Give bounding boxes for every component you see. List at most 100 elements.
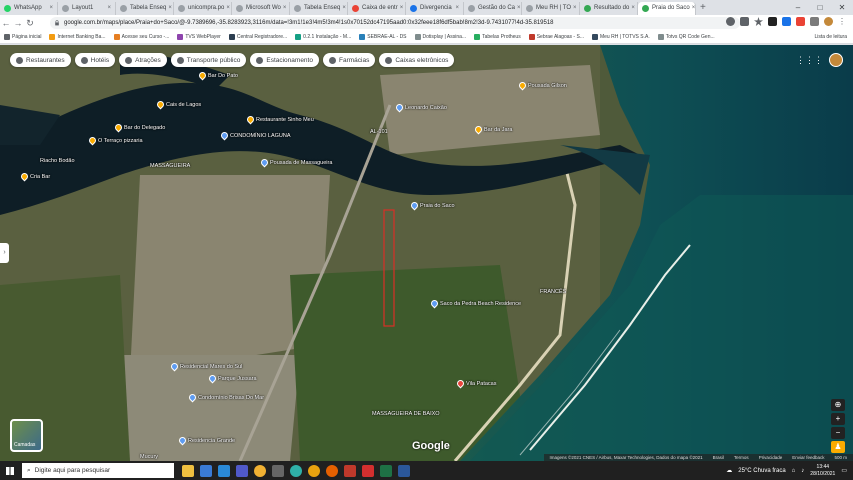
vscode-icon[interactable] xyxy=(218,464,230,477)
bookmark-item[interactable]: SEBRAE-AL - DS xyxy=(359,34,407,40)
chrome-icon[interactable] xyxy=(254,464,266,477)
bookmark-item[interactable]: Central Registradore... xyxy=(228,34,287,40)
map-place-label[interactable]: Bar do Delegado xyxy=(124,125,165,131)
extension-icon-2[interactable] xyxy=(782,17,791,26)
browser-tab[interactable]: Meu RH | TO × xyxy=(522,1,580,15)
firefox-icon[interactable] xyxy=(326,464,338,477)
tab-close-icon[interactable]: × xyxy=(453,5,459,11)
app-icon[interactable] xyxy=(272,464,284,477)
map-footer-item[interactable]: Termos xyxy=(734,455,749,460)
map-place-label[interactable]: AL-101 xyxy=(370,129,388,135)
forward-icon[interactable]: → xyxy=(12,18,24,28)
map-place-label[interactable]: Pousada de Massagueira xyxy=(270,160,332,166)
store-icon[interactable] xyxy=(200,464,212,477)
tab-close-icon[interactable]: × xyxy=(690,5,695,11)
map-place-label[interactable]: Residencia Grande xyxy=(188,438,235,444)
map-view[interactable]: Restaurantes Hotéis Atrações Transporte púb… xyxy=(0,45,853,461)
map-place-label[interactable]: Restaurante Sinho Meu xyxy=(256,117,314,123)
category-chip[interactable]: Restaurantes xyxy=(10,53,71,67)
map-footer-item[interactable]: Privacidade xyxy=(759,455,783,460)
excel-icon[interactable] xyxy=(380,464,392,477)
zoom-out-button[interactable]: − xyxy=(831,427,845,439)
account-avatar[interactable] xyxy=(829,53,843,67)
volume-icon[interactable]: ♪ xyxy=(801,468,804,474)
tab-close-icon[interactable]: × xyxy=(340,5,346,11)
map-place-label[interactable]: Mucury xyxy=(140,454,158,460)
map-place-label[interactable]: Bar Do Pato xyxy=(208,73,238,79)
bookmark-item[interactable]: Internet Banking Ba... xyxy=(49,34,106,40)
close-window-icon[interactable]: ✕ xyxy=(831,0,853,15)
map-place-label[interactable]: Leonardo Caixão xyxy=(405,105,447,111)
bookmark-item[interactable]: Meu RH | TOTVS S.A. xyxy=(591,34,650,40)
app-icon-2[interactable] xyxy=(344,464,356,477)
category-chip[interactable]: Transporte público xyxy=(170,53,247,67)
bookmark-item[interactable]: Totvs QR Code Gen... xyxy=(657,34,715,40)
map-footer-item[interactable]: Brasil xyxy=(713,455,724,460)
acrobat-icon[interactable] xyxy=(362,464,374,477)
back-icon[interactable]: ← xyxy=(0,18,12,28)
browser-tab[interactable]: Layout1 × xyxy=(58,1,116,15)
bookmark-item[interactable]: Dotisplay | Assina... xyxy=(414,34,466,40)
edge-icon[interactable] xyxy=(290,464,302,477)
tab-close-icon[interactable]: × xyxy=(224,5,230,11)
tab-close-icon[interactable]: × xyxy=(281,5,287,11)
map-place-label[interactable]: Saco da Pedra Beach Residence xyxy=(440,301,521,307)
notifications-icon[interactable]: ▭ xyxy=(841,467,847,474)
compass-icon[interactable]: ⊕ xyxy=(831,399,845,411)
apps-grid-icon[interactable]: ⋮⋮⋮ xyxy=(796,55,823,66)
browser-tab[interactable]: Tabela Enseq × xyxy=(116,1,174,15)
tab-close-icon[interactable]: × xyxy=(47,5,53,11)
clock[interactable]: 13:44 28/10/2021 xyxy=(810,464,835,478)
pegman-icon[interactable]: ♟ xyxy=(831,441,845,453)
bookmark-item[interactable]: TVS WebPlayer xyxy=(177,34,221,40)
weather-icon[interactable]: ☁ xyxy=(726,467,732,474)
address-bar[interactable]: google.com.br/maps/place/Praia+do+Saco/@… xyxy=(50,17,740,29)
map-place-label[interactable]: Praia do Saco xyxy=(420,203,455,209)
taskbar-search[interactable]: ⌕ Digite aqui para pesquisar xyxy=(22,463,174,478)
maximize-icon[interactable]: □ xyxy=(809,0,831,15)
tab-close-icon[interactable]: × xyxy=(515,5,521,11)
browser-tab[interactable]: Microsoft Wo × xyxy=(232,1,290,15)
map-place-label[interactable]: Vila Patacas xyxy=(466,381,496,387)
weather-text[interactable]: 25°C Chuva fraca xyxy=(738,468,785,474)
map-place-label[interactable]: FRANCÊS xyxy=(540,289,566,295)
browser-tab[interactable]: Caixa de entr × xyxy=(348,1,406,15)
map-place-label[interactable]: MASSAGUEIRA DE BAIXO xyxy=(372,411,440,417)
expand-panel-button[interactable]: › xyxy=(0,243,9,263)
map-place-label[interactable]: Cais de Lagos xyxy=(166,102,201,108)
bookmark-item[interactable]: Tabelas Protheus xyxy=(474,34,521,40)
menu-icon[interactable]: ⋮ xyxy=(838,17,847,26)
layers-button[interactable]: Camadas xyxy=(10,419,43,452)
map-place-label[interactable]: Riacho Bodão xyxy=(40,158,75,164)
browser-tab[interactable]: Divergencia × xyxy=(406,1,464,15)
map-place-label[interactable]: Residencial Mares do Sul xyxy=(180,364,242,370)
map-place-label[interactable]: Pousada Gilson xyxy=(528,83,567,89)
browser-tab[interactable]: Gestão do Ca × xyxy=(464,1,522,15)
category-chip[interactable]: Estacionamento xyxy=(250,53,319,67)
share-icon[interactable] xyxy=(740,17,749,26)
extension-icon-3[interactable] xyxy=(796,17,805,26)
map-place-label[interactable]: Condomínio Brisas Do Mar xyxy=(198,395,264,401)
map-place-label[interactable]: CONDOMÍNIO LAGUNA xyxy=(230,133,291,139)
file-explorer-icon[interactable] xyxy=(182,464,194,477)
tab-close-icon[interactable]: × xyxy=(105,5,111,11)
map-place-label[interactable]: O Terraço pizzaria xyxy=(98,138,143,144)
browser-tab[interactable]: Resultado do × xyxy=(580,1,638,15)
word-icon[interactable] xyxy=(398,464,410,477)
map-footer-item[interactable]: Enviar feedback xyxy=(792,455,824,460)
location-icon[interactable] xyxy=(726,17,735,26)
reload-icon[interactable]: ↻ xyxy=(24,18,36,29)
tab-close-icon[interactable]: × xyxy=(629,5,635,11)
reading-list[interactable]: Lista de leitura xyxy=(814,34,847,40)
start-button[interactable] xyxy=(0,461,20,480)
tab-close-icon[interactable]: × xyxy=(571,5,577,11)
map-place-label[interactable]: Bar da Jara xyxy=(484,127,512,133)
tab-close-icon[interactable]: × xyxy=(166,5,172,11)
category-chip[interactable]: Farmácias xyxy=(322,53,376,67)
browser-tab[interactable]: WhatsApp × xyxy=(0,1,58,15)
tab-close-icon[interactable]: × xyxy=(398,5,404,11)
zoom-in-button[interactable]: + xyxy=(831,413,845,425)
category-chip[interactable]: Atrações xyxy=(119,53,167,67)
map-place-label[interactable]: Cria Bar xyxy=(30,174,50,180)
category-chip[interactable]: Caixas eletrônicos xyxy=(379,53,455,67)
